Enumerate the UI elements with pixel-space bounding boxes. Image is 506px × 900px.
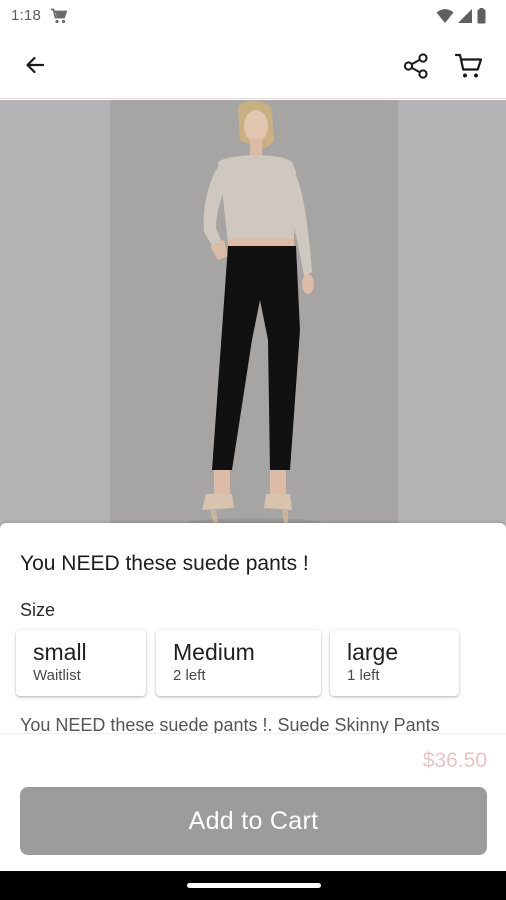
product-description: You NEED these suede pants !. Suede Skin… <box>20 715 440 734</box>
back-button[interactable] <box>18 48 52 82</box>
size-stock: Waitlist <box>33 667 81 684</box>
share-icon <box>403 53 428 79</box>
app-bar <box>0 32 506 99</box>
status-bar: 1:18 <box>0 0 506 32</box>
product-description-area[interactable]: You NEED these suede pants !. Suede Skin… <box>0 713 506 734</box>
size-name: small <box>33 639 87 665</box>
status-time: 1:18 <box>11 7 41 24</box>
shopping-cart-icon <box>51 8 68 24</box>
product-image-area[interactable] <box>0 100 506 530</box>
size-stock: 1 left <box>347 667 380 684</box>
size-option-small[interactable]: small Waitlist <box>16 630 146 696</box>
system-navigation-bar <box>0 871 506 900</box>
wifi-icon <box>436 9 454 23</box>
size-name: large <box>347 639 399 665</box>
size-option-medium[interactable]: Medium 2 left <box>156 630 321 696</box>
size-option-large[interactable]: large 1 left <box>330 630 459 696</box>
home-indicator[interactable] <box>187 883 321 888</box>
size-label: Size <box>20 600 56 620</box>
product-bottom-sheet: You NEED these suede pants ! Size small … <box>0 523 506 871</box>
cart-button[interactable] <box>450 47 488 85</box>
product-photo <box>110 100 398 530</box>
share-button[interactable] <box>398 48 434 84</box>
add-to-cart-label: Add to Cart <box>188 806 319 835</box>
signal-icon <box>458 9 472 23</box>
size-name: Medium <box>173 639 255 665</box>
add-to-cart-button[interactable]: Add to Cart <box>20 787 487 855</box>
product-price: $36.50 <box>422 749 487 772</box>
battery-icon <box>477 8 486 24</box>
cart-icon <box>454 53 483 78</box>
size-stock: 2 left <box>173 667 206 684</box>
model-figure <box>184 100 324 530</box>
product-title: You NEED these suede pants ! <box>20 552 309 575</box>
arrow-back-icon <box>26 56 45 74</box>
